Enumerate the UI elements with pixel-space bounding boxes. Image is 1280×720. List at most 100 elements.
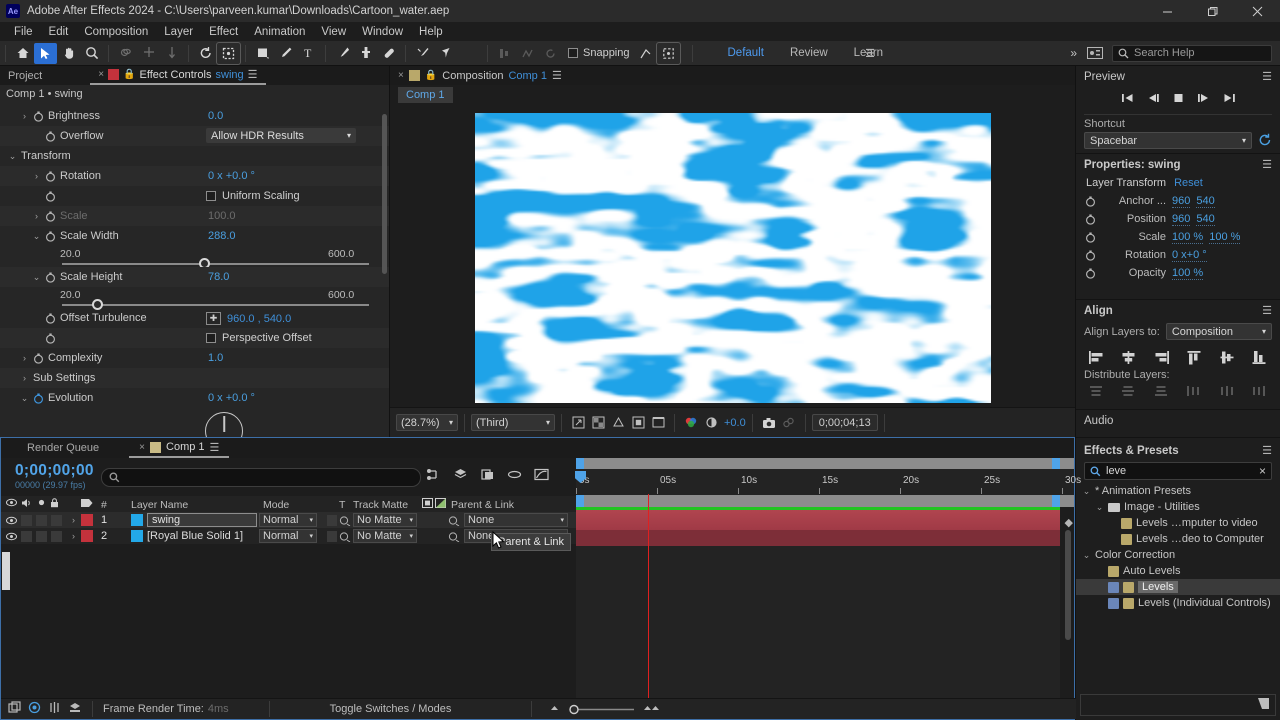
layer-name-value[interactable]: swing	[147, 513, 257, 527]
search-help-field[interactable]: Search Help	[1112, 45, 1272, 62]
panel-menu-icon[interactable]: ☰	[1262, 304, 1272, 317]
first-frame-icon[interactable]	[1121, 93, 1134, 106]
layer-parent-select[interactable]: None▾	[464, 512, 570, 528]
panel-menu-icon[interactable]: ☰	[1262, 158, 1272, 171]
layer-parent-pickwhip[interactable]	[448, 512, 462, 528]
align-left-icon[interactable]	[1086, 349, 1106, 365]
panel-menu-icon[interactable]: ☰	[1262, 70, 1272, 83]
effect-property-row[interactable]: ›Complexity1.0	[0, 348, 389, 368]
tab-comp-1[interactable]: × Comp 1 ☰	[129, 438, 229, 458]
align-vertical-center-icon[interactable]	[1217, 349, 1237, 365]
transform-property-row[interactable]: Anchor ...960540	[1076, 192, 1280, 210]
layer-parent-pickwhip[interactable]	[448, 528, 462, 544]
close-icon[interactable]	[1235, 0, 1280, 22]
stopwatch-icon[interactable]	[45, 272, 56, 283]
zoom-tool-icon[interactable]	[80, 43, 103, 64]
timeline-time-graph[interactable]: 0s05s10s15s20s25s30s ◆	[576, 458, 1074, 698]
effect-property-row[interactable]: Perspective Offset	[0, 328, 389, 348]
snap-align-icon[interactable]	[634, 43, 657, 64]
menu-item-view[interactable]: View	[313, 24, 354, 40]
effect-property-row[interactable]: ⌄Evolution0 x +0.0 °	[0, 388, 389, 408]
timeline-timecode[interactable]: 0;00;00;00	[15, 462, 94, 480]
layer-bar-end-handle-icon[interactable]: ◆	[1065, 516, 1073, 529]
pan-behind-tool-icon[interactable]	[137, 43, 160, 64]
hand-tool-icon[interactable]	[57, 43, 80, 64]
timeline-search-field[interactable]	[101, 468, 421, 487]
composition-viewer[interactable]	[390, 108, 1075, 407]
snapping-toggle[interactable]: Snapping	[568, 47, 630, 59]
timeline-layer-row[interactable]: ›2[Royal Blue Solid 1]Normal▾No Matte▾No…	[1, 528, 576, 544]
matte-invert-icon[interactable]	[435, 498, 446, 511]
transform-property-value[interactable]: 960	[1172, 213, 1190, 226]
align-distribute-icon[interactable]	[493, 43, 516, 64]
layer-mode-value[interactable]: Normal▾	[259, 513, 317, 527]
disclosure-arrow-icon[interactable]: ⌄	[32, 272, 41, 283]
layer-track-matte-select[interactable]: No Matte▾	[353, 512, 419, 528]
effect-property-value[interactable]: 960.0 , 540.0	[227, 313, 291, 325]
layer-solo-toggle[interactable]	[36, 512, 49, 528]
effects-search-input[interactable]	[1106, 465, 1236, 477]
time-ruler[interactable]: 0s05s10s15s20s25s30s	[576, 475, 1074, 495]
roto-brush2-tool-icon[interactable]	[411, 43, 434, 64]
puppet-pin-tool-icon[interactable]	[434, 43, 457, 64]
effect-property-checkbox-row[interactable]: Perspective Offset	[206, 332, 312, 344]
distribute-horizontal-center-icon[interactable]	[1217, 383, 1237, 399]
slider-track[interactable]	[62, 263, 369, 265]
restore-icon[interactable]	[1190, 0, 1235, 22]
next-frame-icon[interactable]	[1197, 93, 1210, 106]
effect-property-slider[interactable]: 20.0600.0	[0, 246, 389, 266]
dolly-tool-icon[interactable]	[160, 43, 183, 64]
work-area-start-handle[interactable]	[576, 458, 584, 469]
stopwatch-icon[interactable]	[45, 171, 56, 182]
transform-property-row[interactable]: Position960540	[1076, 210, 1280, 228]
zoom-out-timeline-icon[interactable]	[548, 703, 561, 715]
workspace-menu-icon[interactable]: ☰	[865, 47, 875, 60]
stopwatch-icon[interactable]	[1085, 232, 1096, 243]
timeline-vertical-scrollbar[interactable]	[1065, 530, 1071, 640]
live-update-icon[interactable]	[426, 468, 441, 484]
effect-property-row[interactable]: ⌄Scale Height78.0	[0, 267, 389, 287]
effect-property-value[interactable]: 1.0	[208, 352, 223, 364]
checkbox[interactable]	[206, 333, 216, 343]
disclosure-arrow-icon[interactable]: ⌄	[1082, 550, 1091, 561]
effect-property-value[interactable]: 78.0	[208, 271, 229, 283]
comp-timecode[interactable]: 0;00;04;13	[812, 414, 878, 431]
clear-icon[interactable]: ×	[1259, 464, 1266, 478]
disclosure-arrow-icon[interactable]: ⌄	[1082, 486, 1091, 497]
align-bottom-icon[interactable]	[1250, 349, 1270, 365]
clone-stamp-tool-icon[interactable]	[354, 43, 377, 64]
layer-name-field[interactable]: swing	[147, 512, 257, 528]
reset-icon[interactable]	[1258, 133, 1272, 149]
layer-name-field[interactable]: [Royal Blue Solid 1]	[147, 528, 257, 544]
stop-icon[interactable]	[1173, 93, 1184, 106]
layer-track-matte-select[interactable]: No Matte▾	[353, 528, 419, 544]
motion-blur-icon[interactable]	[48, 701, 61, 717]
transform-property-value[interactable]: 100 %	[1172, 231, 1203, 244]
snapping-checkbox[interactable]	[568, 48, 578, 58]
timeline-zoom-slider[interactable]	[568, 704, 636, 715]
solo-icon[interactable]	[37, 498, 46, 510]
effect-property-row[interactable]: ›Brightness0.0	[0, 106, 389, 126]
distribute-left-icon[interactable]	[1184, 383, 1204, 399]
close-icon[interactable]: ×	[139, 442, 145, 453]
stopwatch-icon[interactable]	[45, 211, 56, 222]
effect-property-row[interactable]: ›Scale100.0	[0, 206, 389, 226]
menu-item-help[interactable]: Help	[411, 24, 451, 40]
evolution-dial[interactable]	[205, 412, 243, 437]
menu-item-layer[interactable]: Layer	[156, 24, 201, 40]
disclosure-arrow-icon[interactable]: ›	[20, 373, 29, 383]
layer-name-value[interactable]: [Royal Blue Solid 1]	[147, 530, 243, 542]
draft-3d-icon[interactable]	[453, 468, 468, 484]
layer-audio-toggle[interactable]	[21, 528, 34, 544]
effect-property-point-row[interactable]: ✚960.0 , 540.0	[206, 312, 291, 325]
shortcut-select[interactable]: Spacebar ▾	[1084, 132, 1252, 149]
work-area-end-handle-2[interactable]	[1052, 495, 1060, 507]
transparency-grid-icon[interactable]	[588, 413, 608, 433]
effect-controls-list[interactable]: ›Brightness0.0OverflowAllow HDR Results▾…	[0, 106, 389, 437]
camera-icon[interactable]	[759, 413, 779, 433]
layer-mode-select[interactable]: Normal▾	[259, 528, 319, 544]
effect-property-value[interactable]: 100.0	[208, 210, 236, 222]
effects-tree-item[interactable]: Levels (Individual Controls)	[1076, 595, 1280, 611]
comp-breadcrumb-tab[interactable]: Comp 1	[398, 87, 453, 103]
type-tool-icon[interactable]: T	[297, 43, 320, 64]
